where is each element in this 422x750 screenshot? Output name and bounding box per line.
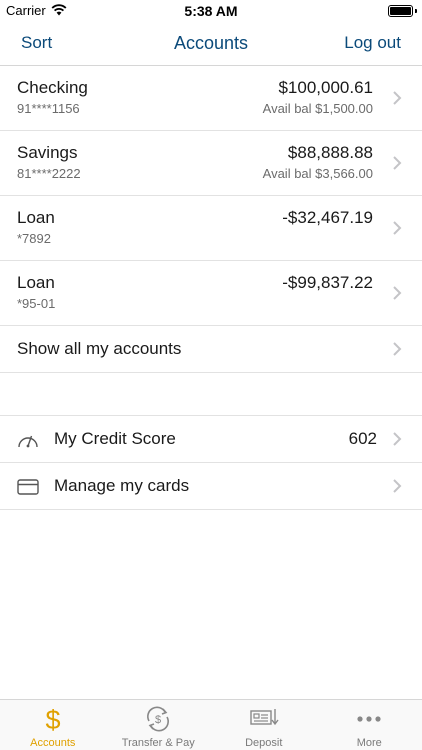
account-name: Loan — [17, 208, 55, 227]
tab-accounts[interactable]: $ Accounts — [0, 700, 106, 750]
account-name: Savings — [17, 143, 78, 162]
tab-label: Deposit — [245, 737, 283, 749]
account-number: 81****2222 — [17, 166, 81, 181]
show-all-accounts-row[interactable]: Show all my accounts — [0, 326, 422, 373]
chevron-right-icon — [393, 91, 402, 105]
account-row-savings[interactable]: Savings 81****2222 $88,888.88 Avail bal … — [0, 131, 422, 196]
transfer-icon: $ — [147, 706, 170, 732]
chevron-right-icon — [393, 479, 402, 493]
available-balance: Avail bal $3,566.00 — [262, 166, 373, 181]
tab-label: Transfer & Pay — [121, 737, 195, 749]
chevron-right-icon — [393, 286, 402, 300]
battery-icon — [388, 5, 413, 17]
gauge-icon — [18, 435, 38, 448]
account-row-loan-9501[interactable]: Loan *95-01 -$99,837.22 — [0, 261, 422, 326]
status-time: 5:38 AM — [184, 3, 238, 19]
credit-score-row[interactable]: My Credit Score 602 — [0, 416, 422, 463]
tab-label: Accounts — [30, 737, 76, 749]
svg-text:$: $ — [45, 705, 60, 733]
credit-score-label: My Credit Score — [54, 429, 176, 448]
nav-bar: Sort Accounts Log out — [0, 22, 422, 66]
account-number: 91****1156 — [17, 101, 80, 116]
svg-text:$: $ — [155, 714, 161, 726]
section-spacer — [0, 373, 422, 416]
account-balance: -$99,837.22 — [282, 273, 373, 292]
account-number: *7892 — [17, 231, 51, 246]
account-name: Checking — [17, 78, 88, 97]
sort-button[interactable]: Sort — [21, 33, 52, 53]
manage-cards-row[interactable]: Manage my cards — [0, 463, 422, 510]
account-row-loan-7892[interactable]: Loan *7892 -$32,467.19 — [0, 196, 422, 261]
logout-button[interactable]: Log out — [344, 33, 401, 53]
show-all-label: Show all my accounts — [17, 339, 182, 358]
credit-card-icon — [17, 479, 39, 495]
tab-deposit[interactable]: Deposit — [211, 700, 317, 750]
account-number: *95-01 — [17, 296, 56, 311]
account-balance: -$32,467.19 — [282, 208, 373, 227]
dollar-icon: $ — [45, 705, 60, 733]
more-dots-icon — [357, 716, 381, 722]
available-balance: Avail bal $1,500.00 — [262, 101, 373, 116]
page-title: Accounts — [173, 33, 249, 53]
tab-label: More — [356, 737, 382, 749]
accounts-list: Checking 91****1156 $100,000.61 Avail ba… — [0, 66, 422, 510]
account-row-checking[interactable]: Checking 91****1156 $100,000.61 Avail ba… — [0, 66, 422, 131]
account-name: Loan — [17, 273, 55, 292]
tab-bar: $ Accounts $ Transfer & Pay Deposit More — [0, 699, 422, 750]
battery-tip — [415, 9, 417, 13]
account-balance: $88,888.88 — [287, 143, 373, 162]
tab-more[interactable]: More — [317, 700, 422, 750]
chevron-right-icon — [393, 432, 402, 446]
chevron-right-icon — [393, 156, 402, 170]
manage-cards-label: Manage my cards — [54, 476, 190, 495]
chevron-right-icon — [393, 221, 402, 235]
check-deposit-icon — [250, 709, 279, 726]
chevron-right-icon — [393, 342, 402, 356]
account-balance: $100,000.61 — [278, 78, 373, 97]
status-bar: Carrier 5:38 AM — [0, 0, 422, 22]
tab-transfer-pay[interactable]: $ Transfer & Pay — [106, 700, 212, 750]
credit-score-value: 602 — [348, 429, 377, 448]
